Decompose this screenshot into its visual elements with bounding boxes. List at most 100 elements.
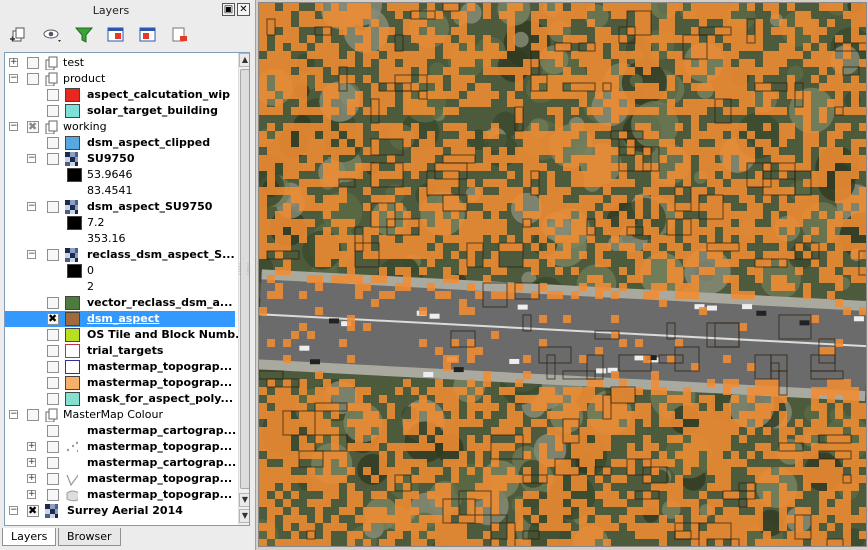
layer-name[interactable]: mastermap_topograp... xyxy=(85,472,234,487)
collapse-all-button[interactable] xyxy=(138,25,158,45)
layer-group-row[interactable]: − working xyxy=(5,119,235,135)
layer-name[interactable]: test xyxy=(61,56,86,71)
collapse-icon[interactable]: − xyxy=(27,250,36,259)
layer-row[interactable]: vector_reclass_dsm_a... xyxy=(5,295,235,311)
layer-name[interactable]: reclass_dsm_aspect_S... xyxy=(85,248,237,263)
layer-row[interactable]: dsm_aspect xyxy=(5,311,235,327)
visibility-checkbox[interactable] xyxy=(47,312,59,325)
scroll-down-arrow-2[interactable]: ▼ xyxy=(239,509,249,523)
layer-name[interactable]: solar_target_building xyxy=(85,104,220,119)
layer-group-row[interactable]: − product xyxy=(5,71,235,87)
scroll-up-arrow[interactable]: ▲ xyxy=(239,53,249,67)
expand-icon[interactable]: + xyxy=(9,58,18,67)
visibility-checkbox[interactable] xyxy=(27,120,39,133)
legend-entry[interactable]: 0 xyxy=(5,263,235,279)
expand-icon[interactable]: + xyxy=(27,442,36,451)
visibility-checkbox[interactable] xyxy=(27,504,39,517)
layer-tree[interactable]: + test − product aspect_calcutation_wip solar… xyxy=(4,52,250,526)
expand-icon[interactable]: + xyxy=(27,490,36,499)
visibility-checkbox[interactable] xyxy=(27,57,39,69)
layer-name[interactable]: mask_for_aspect_poly... xyxy=(85,392,235,407)
collapse-icon[interactable]: − xyxy=(27,202,36,211)
visibility-checkbox[interactable] xyxy=(47,377,59,389)
manage-visibility-button[interactable] xyxy=(42,25,62,45)
visibility-checkbox[interactable] xyxy=(47,473,59,485)
collapse-icon[interactable]: − xyxy=(9,410,18,419)
layer-row[interactable]: − dsm_aspect_SU9750 xyxy=(5,199,235,215)
visibility-checkbox[interactable] xyxy=(47,153,59,165)
collapse-icon[interactable]: − xyxy=(9,506,18,515)
expand-all-button[interactable] xyxy=(106,25,126,45)
layer-row[interactable]: + mastermap_topograp... xyxy=(5,471,235,487)
layer-row[interactable]: + mastermap_topograp... xyxy=(5,487,235,503)
expand-icon[interactable]: + xyxy=(27,458,36,467)
layer-name[interactable]: dsm_aspect_clipped xyxy=(85,136,212,151)
layer-row[interactable]: solar_target_building xyxy=(5,103,235,119)
layer-name[interactable]: mastermap_cartograp... xyxy=(85,456,238,471)
filter-legend-button[interactable] xyxy=(74,25,94,45)
legend-entry[interactable]: 53.9646 xyxy=(5,167,235,183)
visibility-checkbox[interactable] xyxy=(47,249,59,261)
layer-row[interactable]: mastermap_topograp... xyxy=(5,375,235,391)
panel-resize-grip[interactable]: ⋮⋮ ⋮⋮ xyxy=(236,263,252,284)
visibility-checkbox[interactable] xyxy=(27,73,39,85)
tab-browser[interactable]: Browser xyxy=(58,528,121,546)
remove-layer-button[interactable] xyxy=(170,25,190,45)
visibility-checkbox[interactable] xyxy=(47,361,59,373)
visibility-checkbox[interactable] xyxy=(47,489,59,501)
layer-row[interactable]: − Surrey Aerial 2014 xyxy=(5,503,235,519)
visibility-checkbox[interactable] xyxy=(47,297,59,309)
layer-name[interactable]: mastermap_topograp... xyxy=(85,488,234,503)
visibility-checkbox[interactable] xyxy=(47,393,59,405)
layer-row[interactable]: dsm_aspect_clipped xyxy=(5,135,235,151)
layer-row[interactable]: trial_targets xyxy=(5,343,235,359)
layer-row[interactable]: − reclass_dsm_aspect_S... xyxy=(5,247,235,263)
legend-entry[interactable]: 353.16 xyxy=(5,231,235,247)
layer-name[interactable]: trial_targets xyxy=(85,344,165,359)
layer-row[interactable]: mastermap_cartograp... xyxy=(5,423,238,439)
layer-group-row[interactable]: − MasterMap Colour xyxy=(5,407,235,423)
layer-name[interactable]: SU9750 xyxy=(85,152,136,167)
scroll-down-arrow[interactable]: ▼ xyxy=(239,493,249,507)
tab-layers[interactable]: Layers xyxy=(2,528,57,546)
layer-row[interactable]: + mastermap_topograp... xyxy=(5,439,235,455)
layer-row[interactable]: OS Tile and Block Numb... xyxy=(5,327,248,343)
visibility-checkbox[interactable] xyxy=(47,329,59,341)
layer-name[interactable]: working xyxy=(61,120,109,135)
layer-row[interactable]: − SU9750 xyxy=(5,151,235,167)
visibility-checkbox[interactable] xyxy=(47,345,59,357)
layer-name[interactable]: mastermap_topograp... xyxy=(85,440,234,455)
layer-group-row[interactable]: + test xyxy=(5,55,235,71)
layer-name[interactable]: dsm_aspect xyxy=(85,312,162,327)
layer-row[interactable]: mask_for_aspect_poly... xyxy=(5,391,235,407)
layer-name[interactable]: Surrey Aerial 2014 xyxy=(65,504,185,519)
visibility-checkbox[interactable] xyxy=(47,89,59,101)
add-group-button[interactable] xyxy=(8,25,28,45)
layer-name[interactable]: OS Tile and Block Numb... xyxy=(85,328,249,343)
close-panel-button[interactable]: ✕ xyxy=(237,3,250,16)
float-panel-button[interactable]: ▣ xyxy=(222,3,235,16)
visibility-checkbox[interactable] xyxy=(47,201,59,213)
layer-name[interactable]: mastermap_cartograp... xyxy=(85,424,238,439)
collapse-icon[interactable]: − xyxy=(9,122,18,131)
expand-icon[interactable]: + xyxy=(27,474,36,483)
legend-entry[interactable]: 2 xyxy=(5,279,235,295)
layer-name[interactable]: mastermap_topograp... xyxy=(85,360,234,375)
collapse-icon[interactable]: − xyxy=(27,154,36,163)
visibility-checkbox[interactable] xyxy=(47,137,59,149)
layer-name[interactable]: mastermap_topograp... xyxy=(85,376,234,391)
layer-name[interactable]: vector_reclass_dsm_a... xyxy=(85,296,234,311)
layer-name[interactable]: aspect_calcutation_wip xyxy=(85,88,232,103)
layer-tree-scrollbar[interactable]: ▲ ▼ ▼ xyxy=(238,53,249,525)
layer-name[interactable]: dsm_aspect_SU9750 xyxy=(85,200,214,215)
visibility-checkbox[interactable] xyxy=(47,105,59,117)
visibility-checkbox[interactable] xyxy=(47,441,59,453)
visibility-checkbox[interactable] xyxy=(47,457,59,469)
visibility-checkbox[interactable] xyxy=(27,409,39,421)
legend-entry[interactable]: 7.2 xyxy=(5,215,235,231)
visibility-checkbox[interactable] xyxy=(47,425,59,437)
legend-entry[interactable]: 83.4541 xyxy=(5,183,235,199)
map-canvas[interactable] xyxy=(258,2,867,547)
layer-row[interactable]: mastermap_topograp... xyxy=(5,359,235,375)
layer-row[interactable]: aspect_calcutation_wip xyxy=(5,87,235,103)
